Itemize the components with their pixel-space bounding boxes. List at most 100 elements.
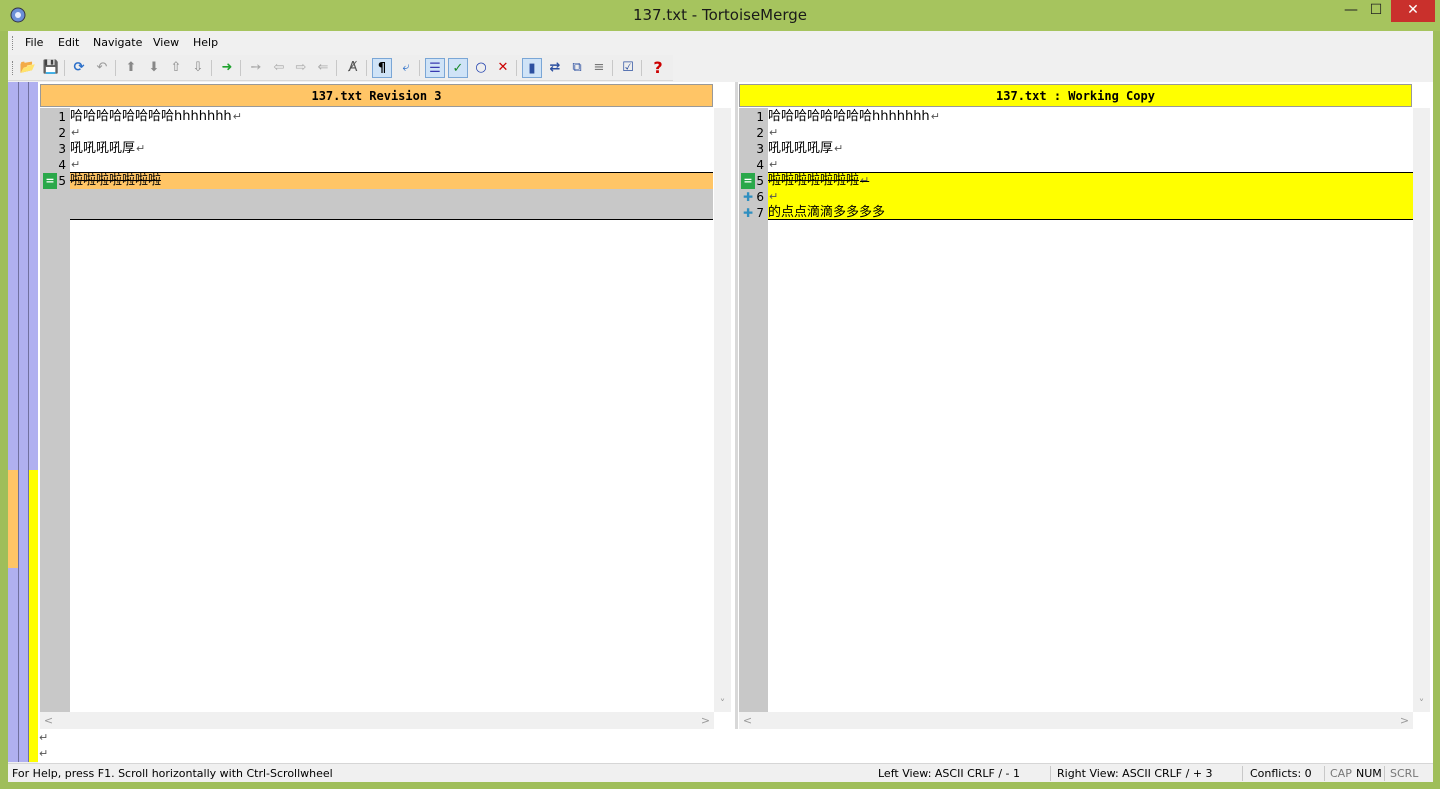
use-other-icon[interactable]: ⇐ <box>313 58 333 78</box>
menu-view[interactable]: View <box>148 31 184 55</box>
discard-icon[interactable]: ✕ <box>493 58 513 78</box>
list-icon[interactable]: ≡ <box>589 58 609 78</box>
use-block-icon[interactable]: ➙ <box>246 58 266 78</box>
left-vertical-scrollbar[interactable]: ˅ <box>714 108 731 712</box>
right-code-line[interactable]: 哈哈哈哈哈哈哈哈hhhhhhh↵ <box>768 109 1413 125</box>
line-text: 啦啦啦啦啦啦啦 <box>70 173 162 188</box>
crlf-icon: ↵ <box>232 110 242 123</box>
close-button[interactable]: ✕ <box>1391 0 1435 22</box>
menu-bar: File Edit Navigate View Help <box>8 31 1433 55</box>
locator-bar[interactable] <box>8 82 18 762</box>
mark-resolved-icon[interactable]: ✓ <box>448 58 468 78</box>
use-right-icon[interactable]: ⇨ <box>291 58 311 78</box>
toolbar-separator <box>516 60 517 76</box>
help-icon[interactable]: ? <box>648 58 668 78</box>
right-code-line[interactable]: 吼吼吼吼厚↵ <box>768 141 1413 157</box>
goto-icon[interactable]: ➜ <box>217 58 237 78</box>
two-pane-icon[interactable]: ⇄ <box>545 58 565 78</box>
undo-icon[interactable]: ↶ <box>92 58 112 78</box>
right-added-line[interactable]: 的点点滴滴多多多多 <box>768 205 1413 220</box>
left-line-number: 4 <box>58 158 66 172</box>
status-scrl: SCRL <box>1390 767 1419 780</box>
scroll-left-icon[interactable]: < <box>739 712 756 729</box>
one-pane-icon[interactable]: ▮ <box>522 58 542 78</box>
toolbar-separator <box>419 60 420 76</box>
crlf-icon: ↵ <box>39 731 49 744</box>
scroll-right-icon[interactable]: > <box>697 712 714 729</box>
bottom-pane[interactable]: ↵ ↵ <box>38 729 1433 763</box>
wrap-icon[interactable]: ⤶ <box>396 58 416 78</box>
left-line-number: 2 <box>58 126 66 140</box>
toolbar: 📂 💾 ⟳ ↶ ⬆ ⬇ ⇧ ⇩ ➜ ➙ ⇦ ⇨ ⇐ A̸ ¶ ⤶ ☰ ✓ ○ ✕… <box>8 55 673 81</box>
right-line-number: 3 <box>756 142 764 156</box>
changed-marker-icon: = <box>741 173 755 189</box>
save-icon[interactable]: 💾 <box>41 58 61 78</box>
prev-conflict-icon[interactable]: ⇧ <box>166 58 186 78</box>
right-pane-header: 137.txt : Working Copy <box>739 84 1412 107</box>
spellcheck-icon[interactable]: A̸ <box>343 58 363 78</box>
right-horizontal-scrollbar[interactable]: < > <box>739 712 1413 729</box>
left-removed-line[interactable]: 啦啦啦啦啦啦啦 <box>70 173 713 189</box>
open-icon[interactable]: 📂 <box>18 58 38 78</box>
toolbar-separator <box>115 60 116 76</box>
right-code-line[interactable]: ↵ <box>768 125 1413 141</box>
left-code-line[interactable]: ↵ <box>70 157 713 173</box>
changed-marker-icon: = <box>43 173 57 189</box>
scroll-right-icon[interactable]: > <box>1396 712 1413 729</box>
left-horizontal-scrollbar[interactable]: < > <box>40 712 714 729</box>
menu-edit[interactable]: Edit <box>53 31 84 55</box>
window-title: 137.txt - TortoiseMerge <box>632 6 808 24</box>
scroll-down-icon[interactable]: ˅ <box>1413 695 1430 712</box>
circle-icon[interactable]: ○ <box>471 58 491 78</box>
right-code-line[interactable]: ↵ <box>768 157 1413 173</box>
toolbar-separator <box>336 60 337 76</box>
locator-bar-left[interactable] <box>19 82 28 762</box>
crlf-icon: ↵ <box>860 174 870 187</box>
use-left-icon[interactable]: ⇦ <box>269 58 289 78</box>
status-right-view: Right View: ASCII CRLF / + 3 <box>1057 767 1213 780</box>
crlf-icon: ↵ <box>930 110 940 123</box>
right-added-line[interactable]: ↵ <box>768 189 1413 205</box>
diff-block-border <box>70 219 713 220</box>
menu-navigate[interactable]: Navigate <box>88 31 147 55</box>
three-pane-icon[interactable]: ⧉ <box>567 58 587 78</box>
status-cap: CAP <box>1330 767 1352 780</box>
left-code-line[interactable]: ↵ <box>70 125 713 141</box>
status-left-view: Left View: ASCII CRLF / - 1 <box>878 767 1021 780</box>
menu-grip <box>12 36 15 50</box>
scroll-down-icon[interactable]: ˅ <box>714 695 731 712</box>
status-help-text: For Help, press F1. Scroll horizontally … <box>12 767 333 780</box>
next-conflict-icon[interactable]: ⇩ <box>188 58 208 78</box>
right-changed-line[interactable]: 啦啦啦啦啦啦啦↵ <box>768 173 1413 189</box>
crlf-icon: ↵ <box>834 142 844 155</box>
crlf-icon: ↵ <box>136 142 146 155</box>
status-separator <box>1242 766 1243 781</box>
toolbar-separator <box>240 60 241 76</box>
toolbar-separator <box>366 60 367 76</box>
status-conflicts: Conflicts: 0 <box>1250 767 1312 780</box>
crlf-icon: ↵ <box>71 126 81 139</box>
left-code-line[interactable]: 吼吼吼吼厚↵ <box>70 141 713 157</box>
left-code-line[interactable]: 哈哈哈哈哈哈哈哈hhhhhhh↵ <box>70 109 713 125</box>
scroll-left-icon[interactable]: < <box>40 712 57 729</box>
crlf-icon: ↵ <box>769 190 779 203</box>
menu-help[interactable]: Help <box>188 31 223 55</box>
toolbar-separator <box>211 60 212 76</box>
right-line-number: 2 <box>756 126 764 140</box>
reload-icon[interactable]: ⟳ <box>69 58 89 78</box>
menu-file[interactable]: File <box>20 31 48 55</box>
line-text: 哈哈哈哈哈哈哈哈hhhhhhh <box>768 109 930 124</box>
added-marker-icon: ✚ <box>742 190 754 204</box>
maximize-button[interactable]: ☐ <box>1362 0 1390 22</box>
right-vertical-scrollbar[interactable]: ˅ <box>1413 108 1430 712</box>
left-gutter <box>40 108 70 712</box>
crlf-icon: ↵ <box>39 747 49 760</box>
settings-icon[interactable]: ☑ <box>618 58 638 78</box>
prev-difference-icon[interactable]: ⬆ <box>121 58 141 78</box>
right-line-number: 1 <box>756 110 764 124</box>
inline-diff-icon[interactable]: ☰ <box>425 58 445 78</box>
toolbar-separator <box>612 60 613 76</box>
whitespace-icon[interactable]: ¶ <box>372 58 392 78</box>
next-difference-icon[interactable]: ⬇ <box>144 58 164 78</box>
line-text: 吼吼吼吼厚 <box>768 141 834 156</box>
